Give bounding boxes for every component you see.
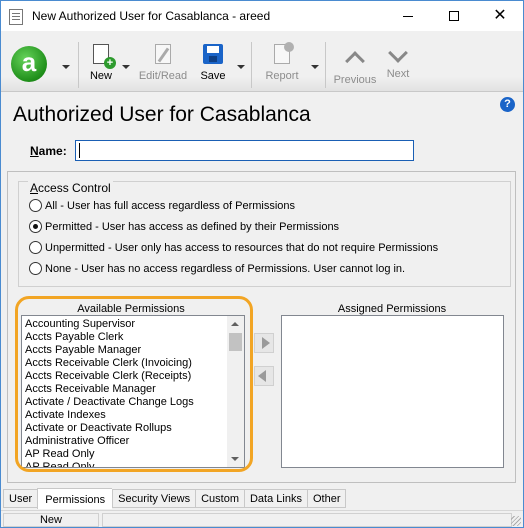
save-button[interactable]: Save [198, 44, 228, 82]
list-item[interactable]: Accts Receivable Clerk (Receipts) [22, 370, 228, 383]
list-item[interactable]: Activate or Deactivate Rollups [22, 422, 228, 435]
toolbar: a New Edit/Read Save Report Previous [1, 32, 523, 92]
list-item[interactable]: AP Read Only [22, 448, 228, 461]
scroll-down-icon[interactable] [231, 457, 239, 461]
toolbar-separator [251, 42, 252, 88]
chevron-down-icon [388, 43, 408, 63]
radio-permitted[interactable]: Permitted - User has access as defined b… [29, 220, 339, 233]
radio-all-label: All - User has full access regardless of… [45, 199, 296, 212]
name-label: Name: [30, 144, 67, 158]
tab-user[interactable]: User [3, 489, 38, 508]
status-message [102, 513, 512, 527]
list-item[interactable]: Administrative Officer [22, 435, 228, 448]
new-button-label: New [89, 70, 112, 82]
report-dropdown-chevron-down-icon[interactable] [311, 65, 319, 69]
close-button[interactable]: ✕ [477, 1, 523, 31]
previous-button-label: Previous [333, 74, 377, 86]
available-permissions-caption: Available Permissions [77, 303, 185, 315]
tab-other[interactable]: Other [306, 489, 347, 508]
toolbar-separator [78, 42, 79, 88]
toolbar-separator [325, 42, 326, 88]
arrow-right-icon [262, 337, 270, 349]
access-control-title: Access Control [28, 181, 113, 195]
maximize-icon [449, 11, 459, 21]
radio-all[interactable]: All - User has full access regardless of… [29, 199, 295, 212]
tab-custom[interactable]: Custom [195, 489, 244, 508]
list-item[interactable]: Activate Indexes [22, 409, 228, 422]
radio-none-circle[interactable] [29, 262, 42, 275]
page-title: Authorized User for Casablanca [13, 103, 311, 126]
radio-none[interactable]: None - User has no access regardless of … [29, 262, 405, 275]
add-permission-button[interactable] [254, 333, 274, 353]
new-document-icon [93, 44, 116, 69]
list-item[interactable]: Accts Receivable Clerk (Invoicing) [22, 357, 228, 370]
radio-unpermitted-label: Unpermitted - User only has access to re… [45, 241, 439, 254]
name-input[interactable] [75, 140, 414, 161]
new-dropdown-chevron-down-icon[interactable] [122, 65, 130, 69]
list-item[interactable]: Activate / Deactivate Change Logs [22, 396, 228, 409]
tab-security-views[interactable]: Security Views [112, 489, 196, 508]
next-button-label: Next [386, 68, 410, 80]
app-menu-chevron-down-icon[interactable] [62, 65, 70, 69]
radio-permitted-circle[interactable] [29, 220, 42, 233]
tab-strip: User Permissions Security Views Custom Data … [3, 488, 347, 509]
text-caret [79, 143, 80, 158]
radio-all-circle[interactable] [29, 199, 42, 212]
save-button-label: Save [200, 70, 226, 82]
list-item[interactable]: Accounting Supervisor [22, 318, 228, 331]
new-button[interactable]: New [87, 44, 116, 82]
status-mode: New [3, 513, 99, 527]
list-item[interactable]: AP Read Only [22, 461, 228, 467]
minimize-button[interactable] [385, 1, 431, 31]
next-button[interactable]: Next [381, 43, 415, 80]
edit-read-button[interactable]: Edit/Read [136, 44, 190, 82]
help-icon[interactable]: ? [500, 97, 515, 112]
scroll-thumb[interactable] [229, 333, 242, 351]
name-label-text: ame: [38, 144, 67, 158]
tab-data-links[interactable]: Data Links [243, 489, 307, 508]
close-icon: ✕ [493, 7, 507, 24]
scroll-up-icon[interactable] [231, 322, 239, 326]
access-control-mnemonic: A [30, 181, 39, 195]
radio-none-label: None - User has no access regardless of … [45, 262, 406, 275]
arrow-left-icon [258, 370, 266, 382]
report-button[interactable]: Report [262, 42, 302, 82]
minimize-icon [403, 15, 413, 17]
name-label-mnemonic: N [30, 144, 39, 158]
edit-read-button-label: Edit/Read [138, 70, 188, 82]
tab-permissions[interactable]: Permissions [37, 488, 113, 509]
list-item[interactable]: Accts Payable Clerk [22, 331, 228, 344]
assigned-permissions-list[interactable] [281, 315, 504, 468]
save-dropdown-chevron-down-icon[interactable] [237, 65, 245, 69]
list-item[interactable]: Accts Payable Manager [22, 344, 228, 357]
title-bar: New Authorized User for Casablanca - are… [1, 1, 523, 31]
assigned-permissions-caption: Assigned Permissions [337, 303, 447, 315]
document-icon [9, 9, 23, 25]
remove-permission-button[interactable] [254, 366, 274, 386]
radio-unpermitted-circle[interactable] [29, 241, 42, 254]
report-button-label: Report [265, 70, 299, 82]
available-permissions-list[interactable]: Accounting Supervisor Accts Payable Clerk… [21, 315, 245, 468]
radio-unpermitted[interactable]: Unpermitted - User only has access to re… [29, 241, 438, 254]
available-permissions-items: Accounting Supervisor Accts Payable Clerk… [22, 318, 228, 467]
app-logo-icon[interactable]: a [11, 46, 47, 82]
available-permissions-scrollbar[interactable] [227, 316, 244, 467]
window-title: New Authorized User for Casablanca - are… [32, 9, 271, 23]
access-control-title-text: ccess Control [38, 181, 111, 195]
previous-button[interactable]: Previous [331, 44, 379, 86]
radio-permitted-label: Permitted - User has access as defined b… [45, 220, 340, 233]
status-bar: New [1, 510, 523, 527]
chevron-up-icon [345, 51, 365, 71]
report-icon [274, 42, 294, 64]
maximize-button[interactable] [431, 1, 477, 31]
list-item[interactable]: Accts Receivable Manager [22, 383, 228, 396]
resize-grip-icon[interactable] [511, 516, 521, 526]
save-disk-icon [203, 44, 223, 64]
edit-document-icon [155, 44, 171, 64]
window: New Authorized User for Casablanca - are… [0, 0, 524, 528]
